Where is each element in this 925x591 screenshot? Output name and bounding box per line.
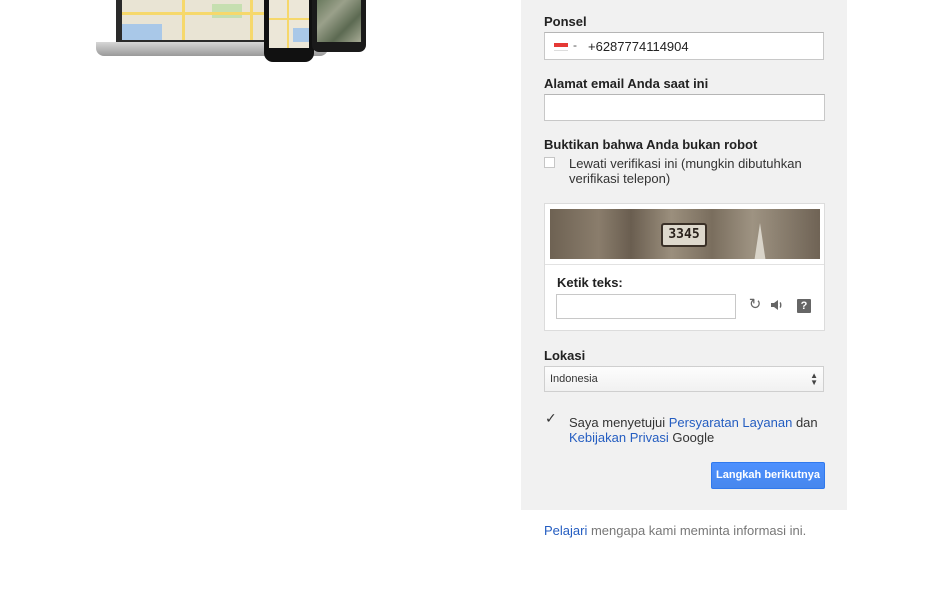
devices-illustration xyxy=(96,0,368,64)
location-label: Lokasi xyxy=(544,348,586,363)
select-arrows-icon: ▲ ▼ xyxy=(810,371,818,387)
captcha-box: 3345 Ketik teks: ↻ ? xyxy=(544,203,825,331)
terms-text-before: Saya menyetujui xyxy=(569,415,669,430)
skip-verification-line1: Lewati verifikasi ini (mungkin dibutuhka… xyxy=(569,156,802,171)
terms-of-service-link[interactable]: Persyaratan Layanan xyxy=(669,415,793,430)
captcha-image: 3345 xyxy=(550,209,820,259)
refresh-icon[interactable]: ↻ xyxy=(747,297,763,313)
captcha-input-label: Ketik teks: xyxy=(557,275,623,290)
learn-link[interactable]: Pelajari xyxy=(544,523,587,538)
location-select[interactable]: Indonesia ▲ ▼ xyxy=(544,366,824,392)
captcha-input[interactable] xyxy=(556,294,736,319)
footer-note: Pelajari mengapa kami meminta informasi … xyxy=(544,523,806,538)
phone-label: Ponsel xyxy=(544,14,587,29)
terms-text: Saya menyetujui Persyaratan Layanan dan K… xyxy=(569,415,819,445)
terms-text-mid: dan xyxy=(792,415,818,430)
email-field[interactable] xyxy=(544,94,825,121)
terms-checkbox[interactable]: ✓ xyxy=(544,411,557,427)
country-dropdown-arrow[interactable]: - xyxy=(573,38,577,52)
location-selected: Indonesia xyxy=(550,373,598,385)
privacy-policy-link[interactable]: Kebijakan Privasi xyxy=(569,430,669,445)
help-icon[interactable]: ? xyxy=(797,299,811,313)
checkmark-icon: ✓ xyxy=(545,410,557,426)
skip-verification-checkbox[interactable] xyxy=(544,157,555,168)
terms-text-after: Google xyxy=(668,430,715,445)
phone-value: +6287774114904 xyxy=(588,39,689,54)
email-label: Alamat email Anda saat ini xyxy=(544,76,709,91)
phone-field[interactable]: - +6287774114904 xyxy=(544,32,824,60)
skip-verification-line2: verifikasi telepon) xyxy=(569,171,671,186)
robot-label: Buktikan bahwa Anda bukan robot xyxy=(544,137,758,152)
signup-form-panel: Ponsel - +6287774114904 Alamat email And… xyxy=(521,0,847,510)
footer-text: mengapa kami meminta informasi ini. xyxy=(587,523,807,538)
indonesia-flag-icon[interactable] xyxy=(554,43,568,51)
captcha-image-text: 3345 xyxy=(661,223,707,247)
phone-image xyxy=(264,0,314,62)
audio-icon[interactable] xyxy=(769,297,785,313)
skip-verification-text: Lewati verifikasi ini (mungkin dibutuhka… xyxy=(569,156,802,186)
phone-satellite-image xyxy=(312,0,366,52)
next-step-button[interactable]: Langkah berikutnya xyxy=(711,462,825,489)
